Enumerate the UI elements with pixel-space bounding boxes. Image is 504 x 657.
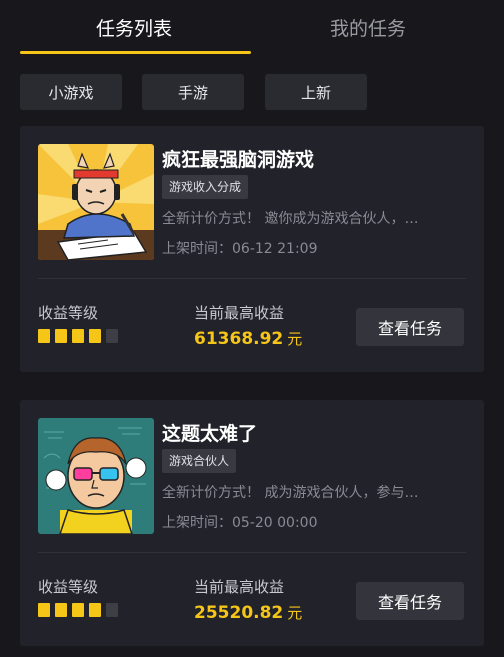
task-card[interactable]: 疯狂最强脑洞游戏 游戏收入分成 全新计价方式！ 邀你成为游戏合伙人，… 上架时间… xyxy=(20,126,484,372)
active-tab-indicator xyxy=(20,51,251,54)
task-title: 这题太难了 xyxy=(162,423,258,445)
task-description: 全新计价方式！ 成为游戏合伙人，参与… xyxy=(162,485,419,501)
game-thumbnail xyxy=(38,144,154,260)
earnings-amount: 25520.82 xyxy=(194,603,284,623)
earnings-level-label: 收益等级 xyxy=(38,578,99,596)
task-tag: 游戏收入分成 xyxy=(162,175,249,199)
max-earnings-value: 61368.92 元 xyxy=(194,328,302,349)
task-description: 全新计价方式！ 邀你成为游戏合伙人，… xyxy=(162,211,419,227)
max-earnings-label: 当前最高收益 xyxy=(194,578,285,596)
level-bar xyxy=(38,329,50,343)
level-bar xyxy=(72,329,84,343)
tab-my-tasks[interactable]: 我的任务 xyxy=(330,14,406,41)
filter-mobile-games[interactable]: 手游 xyxy=(142,74,244,110)
tab-task-list[interactable]: 任务列表 xyxy=(96,14,172,41)
earnings-unit: 元 xyxy=(287,330,303,348)
divider xyxy=(38,278,466,279)
task-listed-time: 上架时间：06-12 21:09 xyxy=(162,241,318,257)
earnings-level-label: 收益等级 xyxy=(38,304,99,322)
earnings-amount: 61368.92 xyxy=(194,329,284,349)
level-bar xyxy=(89,603,101,617)
earnings-unit: 元 xyxy=(287,604,303,622)
level-bar xyxy=(55,329,67,343)
filter-mini-games[interactable]: 小游戏 xyxy=(20,74,122,110)
task-tag: 游戏合伙人 xyxy=(162,449,237,473)
level-bar xyxy=(106,329,118,343)
max-earnings-label: 当前最高收益 xyxy=(194,304,285,322)
task-card[interactable]: 这题太难了 游戏合伙人 全新计价方式！ 成为游戏合伙人，参与… 上架时间：05-… xyxy=(20,400,484,646)
view-task-button[interactable]: 查看任务 xyxy=(356,582,464,620)
max-earnings-value: 25520.82 元 xyxy=(194,602,302,623)
game-thumbnail xyxy=(38,418,154,534)
level-bar xyxy=(38,603,50,617)
filter-new[interactable]: 上新 xyxy=(265,74,367,110)
tab-bar: 任务列表 我的任务 xyxy=(0,0,504,56)
level-bar xyxy=(55,603,67,617)
task-title: 疯狂最强脑洞游戏 xyxy=(162,149,315,171)
view-task-button[interactable]: 查看任务 xyxy=(356,308,464,346)
level-bar xyxy=(89,329,101,343)
divider xyxy=(38,552,466,553)
level-bar xyxy=(72,603,84,617)
task-listed-time: 上架时间：05-20 00:00 xyxy=(162,515,318,531)
level-bar xyxy=(106,603,118,617)
